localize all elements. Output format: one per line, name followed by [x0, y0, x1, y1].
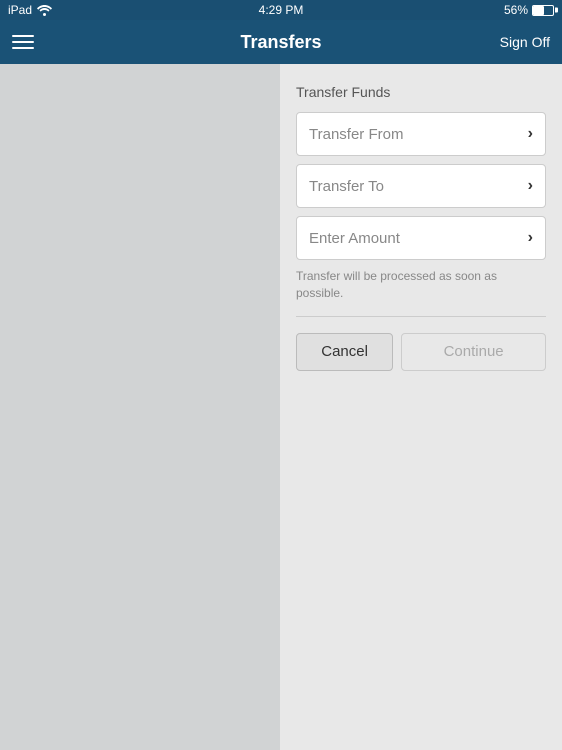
transfer-from-label: Transfer From	[309, 126, 403, 143]
divider	[296, 316, 546, 317]
page-title: Transfers	[240, 32, 321, 53]
status-time: 4:29 PM	[259, 3, 304, 17]
section-title: Transfer Funds	[296, 84, 546, 100]
transfer-to-label: Transfer To	[309, 178, 384, 195]
button-row: Cancel Continue	[296, 333, 546, 371]
enter-amount-row[interactable]: Enter Amount ›	[296, 216, 546, 260]
transfer-to-row[interactable]: Transfer To ›	[296, 164, 546, 208]
transfer-from-row[interactable]: Transfer From ›	[296, 112, 546, 156]
status-bar: iPad 4:29 PM 56%	[0, 0, 562, 20]
left-panel	[0, 64, 280, 750]
helper-text: Transfer will be processed as soon as po…	[296, 268, 546, 302]
sign-off-button[interactable]: Sign Off	[500, 34, 550, 50]
menu-icon[interactable]	[12, 35, 34, 49]
battery-icon	[532, 5, 554, 16]
continue-button[interactable]: Continue	[401, 333, 546, 371]
transfer-from-chevron-icon: ›	[528, 125, 533, 143]
right-panel: Transfer Funds Transfer From › Transfer …	[280, 64, 562, 750]
nav-bar: Transfers Sign Off	[0, 20, 562, 64]
transfer-to-chevron-icon: ›	[528, 177, 533, 195]
main-content: Transfer Funds Transfer From › Transfer …	[0, 64, 562, 750]
device-label: iPad	[8, 3, 32, 17]
wifi-icon	[37, 5, 52, 16]
enter-amount-label: Enter Amount	[309, 230, 400, 247]
battery-percent: 56%	[504, 3, 528, 17]
status-left: iPad	[8, 3, 52, 17]
enter-amount-chevron-icon: ›	[528, 229, 533, 247]
status-right: 56%	[504, 3, 554, 17]
cancel-button[interactable]: Cancel	[296, 333, 393, 371]
